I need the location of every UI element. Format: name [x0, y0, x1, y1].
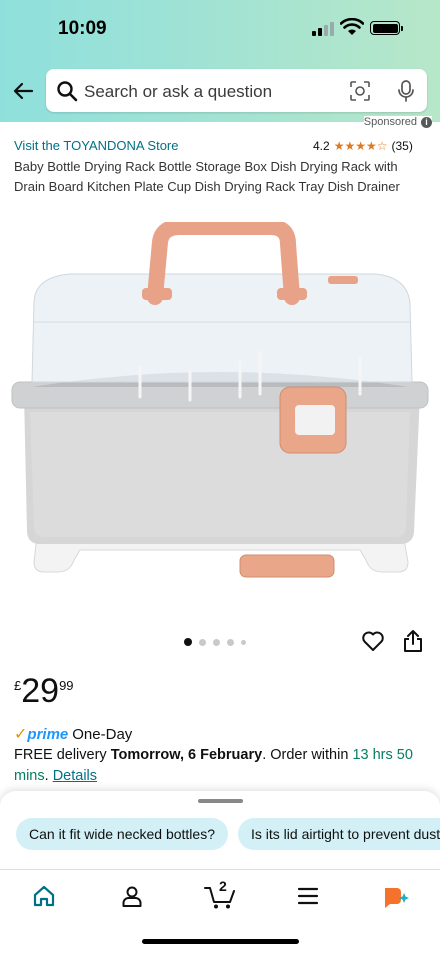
status-time: 10:09 [58, 18, 107, 39]
rating-value: 4.2 [313, 139, 330, 153]
suggested-questions: Can it fit wide necked bottles? Is its l… [16, 818, 440, 850]
prime-speed: One-Day [72, 725, 133, 743]
carousel-dot[interactable] [213, 638, 220, 646]
battery-icon [370, 21, 403, 35]
delivery-date: Tomorrow, 6 February [110, 747, 263, 763]
question-chip[interactable]: Is its lid airtight to prevent dust? [238, 818, 440, 850]
info-icon[interactable]: i [421, 116, 432, 128]
price: £ 29 99 [14, 672, 74, 710]
product-image[interactable] [10, 222, 430, 614]
delivery-info: FREE delivery Tomorrow, 6 February. Orde… [14, 747, 413, 784]
image-carousel-indicator[interactable] [184, 638, 246, 646]
price-whole: 29 [21, 672, 60, 710]
price-fraction: 99 [59, 678, 74, 693]
share-icon[interactable] [402, 628, 424, 654]
microphone-icon[interactable] [396, 79, 416, 103]
menu-icon[interactable] [297, 886, 319, 906]
price-currency: £ [14, 678, 22, 693]
rating-count: (35) [391, 139, 413, 153]
search-icon [57, 81, 78, 102]
store-link[interactable]: Visit the TOYANDONA Store [14, 138, 179, 153]
sponsored-text: Sponsored [363, 116, 417, 128]
sponsored-label[interactable]: Sponsored i [363, 116, 432, 128]
carousel-dot[interactable] [184, 638, 192, 646]
header-area: 10:09 Search or ask a question [0, 0, 440, 122]
account-icon[interactable] [120, 884, 144, 908]
cart-count: 2 [219, 878, 227, 894]
question-chip[interactable]: Can it fit wide necked bottles? [16, 818, 228, 850]
prime-badge: ✓ prime One-Day [14, 724, 132, 744]
home-indicator [142, 939, 299, 944]
star-rating-icon: ★★★★☆ [333, 139, 388, 153]
search-bar[interactable]: Search or ask a question [46, 69, 427, 112]
wifi-icon [340, 18, 364, 35]
carousel-dot[interactable] [241, 639, 246, 645]
cart-tab[interactable]: 2 [203, 878, 237, 910]
details-link[interactable]: Details [53, 768, 97, 784]
home-icon[interactable] [32, 884, 56, 908]
cellular-signal-icon [312, 22, 334, 36]
question-sheet: Can it fit wide necked bottles? Is its l… [0, 791, 440, 869]
prime-logo: prime [27, 725, 69, 743]
prime-check-icon: ✓ [14, 726, 28, 743]
rufus-icon[interactable] [382, 884, 410, 910]
search-placeholder[interactable]: Search or ask a question [84, 82, 272, 102]
camera-lens-icon[interactable] [349, 80, 371, 102]
product-title: Baby Bottle Drying Rack Bottle Storage B… [14, 159, 400, 194]
rating-summary[interactable]: 4.2 ★★★★☆ (35) [313, 139, 413, 153]
heart-icon[interactable] [361, 630, 385, 652]
back-arrow-icon[interactable] [10, 78, 36, 104]
order-within-text: . Order within [262, 747, 349, 763]
free-delivery-text: FREE delivery [14, 747, 111, 763]
carousel-dot[interactable] [227, 638, 234, 646]
carousel-dot[interactable] [199, 638, 206, 646]
sheet-drag-handle[interactable] [198, 799, 243, 803]
